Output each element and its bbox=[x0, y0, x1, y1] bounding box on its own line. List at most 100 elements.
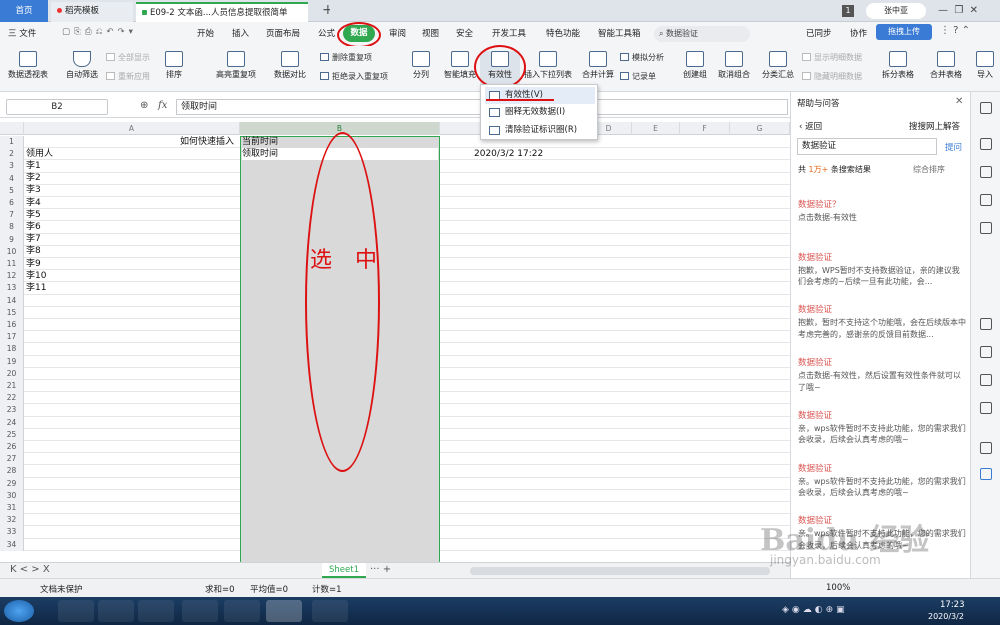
show-all-button[interactable]: 全部显示 bbox=[106, 52, 150, 63]
row-number[interactable]: 12 bbox=[0, 270, 24, 283]
zoom-icon[interactable]: ⊕ bbox=[140, 100, 148, 111]
help-icon[interactable] bbox=[980, 468, 992, 480]
backup-icon[interactable] bbox=[980, 402, 992, 414]
row-number[interactable]: 8 bbox=[0, 221, 24, 234]
sheet-nav-icons[interactable]: K < > X bbox=[10, 564, 50, 575]
back-link[interactable]: ‹ 返回 bbox=[799, 120, 822, 132]
result-title[interactable]: 数据验证 bbox=[798, 303, 832, 315]
menu-special[interactable]: 特色功能 bbox=[546, 27, 580, 39]
name-box[interactable]: B2 bbox=[6, 99, 108, 115]
table-icon[interactable] bbox=[980, 194, 992, 206]
tab-document[interactable]: E09-2 文本函...人员信息提取很简单 bbox=[136, 2, 308, 22]
row-number[interactable]: 16 bbox=[0, 319, 24, 332]
row-number[interactable]: 33 bbox=[0, 526, 24, 539]
col-header-a[interactable]: A bbox=[24, 122, 240, 135]
menu-item-validity[interactable]: 有效性(V) bbox=[485, 87, 595, 104]
player-icon[interactable] bbox=[224, 600, 260, 622]
sort-button[interactable]: 排序 bbox=[160, 51, 188, 80]
cell-b1[interactable]: 当前时间 bbox=[242, 136, 278, 148]
recycle-icon[interactable] bbox=[980, 374, 992, 386]
record-form-button[interactable]: 记录单 bbox=[620, 71, 656, 82]
split-table-button[interactable]: 拆分表格 bbox=[878, 51, 918, 80]
row-number[interactable]: 1 bbox=[0, 136, 24, 149]
data-compare-button[interactable]: 数据对比 bbox=[268, 51, 312, 80]
result-title[interactable]: 数据验证 bbox=[798, 462, 832, 474]
tab-template[interactable]: 稻壳模板 bbox=[51, 2, 133, 22]
spreadsheet-grid[interactable]: A B C D E F G 12345678910111213141516171… bbox=[0, 122, 790, 562]
start-button[interactable] bbox=[4, 600, 34, 622]
name-cell[interactable]: 李9 bbox=[26, 258, 41, 270]
show-detail-button[interactable]: 显示明细数据 bbox=[802, 52, 862, 63]
menu-item-clear-marks[interactable]: 清除验证标识圈(R) bbox=[485, 122, 595, 139]
split-column-button[interactable]: 分列 bbox=[408, 51, 434, 80]
reject-duplicates-button[interactable]: 拒绝录入重复项 bbox=[320, 71, 388, 82]
row-number[interactable]: 32 bbox=[0, 514, 24, 527]
row-number[interactable]: 17 bbox=[0, 331, 24, 344]
browser-icon[interactable] bbox=[98, 600, 134, 622]
col-header-g[interactable]: G bbox=[730, 122, 790, 135]
row-number[interactable]: 24 bbox=[0, 416, 24, 429]
name-cell[interactable]: 李8 bbox=[26, 245, 41, 257]
sort-dropdown[interactable]: 综合排序 bbox=[913, 164, 945, 175]
format-icon[interactable] bbox=[980, 318, 992, 330]
menu-item-circle-invalid[interactable]: 圈释无效数据(I) bbox=[485, 104, 595, 121]
cell-a2[interactable]: 领用人 bbox=[26, 148, 53, 160]
row-number[interactable]: 10 bbox=[0, 245, 24, 258]
row-number[interactable]: 18 bbox=[0, 343, 24, 356]
shape-icon[interactable] bbox=[980, 138, 992, 150]
history-icon[interactable] bbox=[980, 442, 992, 454]
sheet-tab-sheet1[interactable]: Sheet1 bbox=[322, 563, 366, 578]
name-cell[interactable]: 李6 bbox=[26, 221, 41, 233]
row-number[interactable]: 7 bbox=[0, 209, 24, 222]
name-cell[interactable]: 李11 bbox=[26, 282, 46, 294]
result-title[interactable]: 数据验证 bbox=[798, 251, 832, 263]
row-number[interactable]: 9 bbox=[0, 233, 24, 246]
import-button[interactable]: 导入 bbox=[972, 51, 998, 80]
user-account[interactable]: 张中亚 bbox=[866, 3, 926, 19]
row-number[interactable]: 6 bbox=[0, 197, 24, 210]
row-number[interactable]: 22 bbox=[0, 392, 24, 405]
reapply-button[interactable]: 重新应用 bbox=[106, 71, 150, 82]
name-cell[interactable]: 李10 bbox=[26, 270, 46, 282]
row-number[interactable]: 25 bbox=[0, 428, 24, 441]
row-number[interactable]: 26 bbox=[0, 441, 24, 454]
upload-button[interactable]: 拖拽上传 bbox=[876, 24, 932, 40]
horizontal-scrollbar[interactable] bbox=[470, 567, 770, 575]
close-icon[interactable]: ✕ bbox=[955, 96, 963, 107]
file-menu[interactable]: 三 文件 bbox=[8, 27, 36, 39]
menu-developer[interactable]: 开发工具 bbox=[492, 27, 526, 39]
quick-access-icons[interactable]: ▢⎘⎙⎌↶↷▾ bbox=[62, 27, 137, 37]
row-number[interactable]: 21 bbox=[0, 380, 24, 393]
name-cell[interactable]: 李2 bbox=[26, 172, 41, 184]
cell-a1[interactable]: 如何快速插入 bbox=[180, 136, 234, 148]
row-number[interactable]: 20 bbox=[0, 367, 24, 380]
select-all-corner[interactable] bbox=[0, 122, 24, 135]
merge-table-button[interactable]: 合并表格 bbox=[926, 51, 966, 80]
chart-icon[interactable] bbox=[980, 166, 992, 178]
name-cell[interactable]: 李4 bbox=[26, 197, 41, 209]
row-number[interactable]: 3 bbox=[0, 160, 24, 173]
sync-status[interactable]: 已同步 bbox=[806, 27, 832, 39]
row-number[interactable]: 14 bbox=[0, 294, 24, 307]
menu-view[interactable]: 视图 bbox=[422, 27, 439, 39]
paint-icon[interactable] bbox=[312, 600, 348, 622]
window-controls[interactable]: — ❐ ✕ bbox=[938, 5, 978, 16]
more-icons[interactable]: ⋮ ? ⌃ bbox=[940, 25, 970, 36]
row-number[interactable]: 30 bbox=[0, 489, 24, 502]
insert-dropdown-button[interactable]: 插入下拉列表 bbox=[522, 51, 574, 80]
media-icon[interactable] bbox=[182, 600, 218, 622]
tab-home[interactable]: 首页 bbox=[0, 0, 48, 22]
explorer-icon[interactable] bbox=[58, 600, 94, 622]
menu-smart-tools[interactable]: 智能工具箱 bbox=[598, 27, 641, 39]
name-cell[interactable]: 李7 bbox=[26, 233, 41, 245]
protect-status[interactable]: 文档未保护 bbox=[40, 583, 83, 595]
menu-page-layout[interactable]: 页面布局 bbox=[266, 27, 300, 39]
hide-detail-button[interactable]: 隐藏明细数据 bbox=[802, 71, 862, 82]
tray-icons[interactable]: ◈◉☁◐⊕▣ bbox=[782, 605, 848, 615]
row-number[interactable]: 13 bbox=[0, 282, 24, 295]
menu-insert[interactable]: 插入 bbox=[232, 27, 249, 39]
filter-sidebar-icon[interactable] bbox=[980, 346, 992, 358]
cursor-icon[interactable] bbox=[980, 102, 992, 114]
row-number[interactable]: 15 bbox=[0, 306, 24, 319]
result-title[interactable]: 数据验证 bbox=[798, 409, 832, 421]
